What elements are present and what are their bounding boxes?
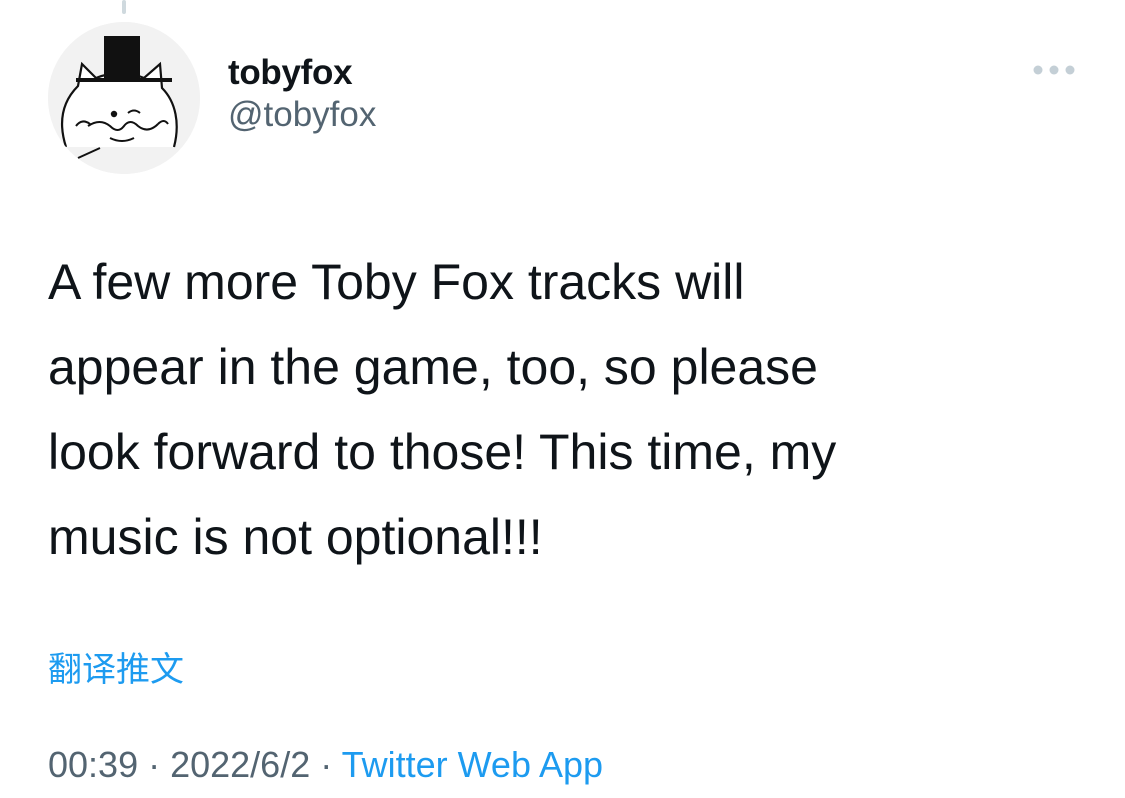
author-display-name[interactable]: tobyfox [228, 52, 376, 94]
thread-connector-line [122, 0, 126, 14]
separator: · [138, 744, 171, 785]
translate-tweet-link[interactable]: 翻译推文 [48, 648, 184, 692]
avatar[interactable] [48, 22, 200, 174]
tweet-date[interactable]: 2022/6/2 [170, 744, 310, 785]
more-options-button[interactable] [1030, 58, 1078, 82]
tweet-header: tobyfox @tobyfox [48, 22, 1078, 174]
tweet-metadata: 00:39 · 2022/6/2 · Twitter Web App [48, 740, 603, 790]
tweet-source-link[interactable]: Twitter Web App [342, 744, 603, 785]
tweet-time[interactable]: 00:39 [48, 744, 138, 785]
separator: · [310, 744, 342, 785]
more-dots-icon [1033, 65, 1075, 75]
author-handle[interactable]: @tobyfox [228, 94, 376, 136]
fox-with-top-hat-icon [48, 22, 200, 174]
author-names: tobyfox @tobyfox [228, 52, 376, 136]
tweet-text: A few more Toby Fox tracks will appear i… [48, 254, 837, 565]
